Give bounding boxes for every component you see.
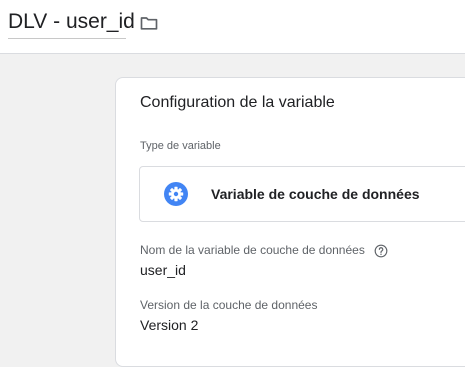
dlv-name-label: Nom de la variable de couche de données: [140, 243, 388, 258]
top-bar: DLV - user_id: [0, 0, 465, 54]
dlv-version-label: Version de la couche de données: [140, 298, 318, 312]
variable-type-name: Variable de couche de données: [211, 186, 420, 202]
variable-configuration-card: Configuration de la variable Type de var…: [115, 77, 465, 367]
variable-type-selector[interactable]: Variable de couche de données: [139, 166, 465, 222]
help-circle-icon[interactable]: [374, 244, 388, 258]
dlv-name-label-text: Nom de la variable de couche de données: [140, 243, 365, 257]
gear-icon: [164, 182, 188, 206]
folder-icon[interactable]: [138, 13, 160, 33]
variable-name-field[interactable]: DLV - user_id: [8, 10, 135, 39]
card-title: Configuration de la variable: [140, 94, 335, 111]
variable-type-label: Type de variable: [140, 140, 221, 152]
dlv-version-value: Version 2: [140, 317, 199, 333]
dlv-name-value: user_id: [140, 262, 186, 278]
